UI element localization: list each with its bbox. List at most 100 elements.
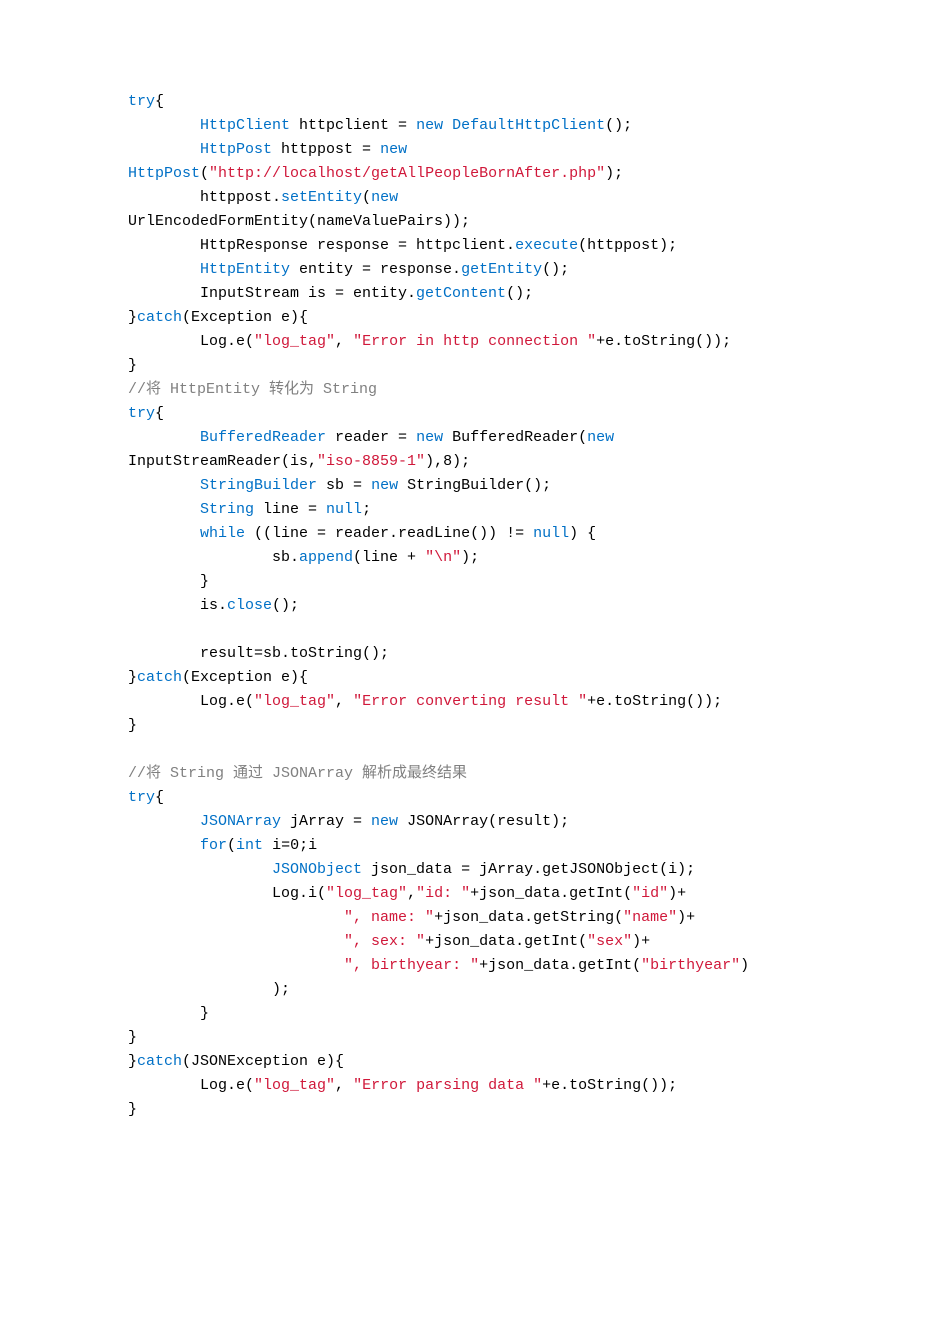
code-token: (	[362, 189, 371, 206]
code-token: );	[605, 165, 623, 182]
code-token: }	[128, 669, 137, 686]
code-token: (Exception e){	[182, 669, 308, 686]
code-token: DefaultHttpClient	[452, 117, 605, 134]
code-token: JSONArray	[200, 813, 281, 830]
code-token: new	[380, 141, 407, 158]
code-line: try{	[128, 90, 905, 114]
code-line: }	[128, 1002, 905, 1026]
code-token: (httppost);	[578, 237, 677, 254]
code-token: "log_tag"	[254, 1077, 335, 1094]
code-token: httppost.	[128, 189, 281, 206]
code-line: HttpResponse response = httpclient.execu…	[128, 234, 905, 258]
code-token: +e.toString());	[542, 1077, 677, 1094]
code-line: //将 String 通过 JSONArray 解析成最终结果	[128, 762, 905, 786]
code-token: int	[236, 837, 263, 854]
code-token	[128, 621, 137, 638]
code-token: new	[371, 189, 398, 206]
code-token: ,	[407, 885, 416, 902]
code-line: );	[128, 978, 905, 1002]
code-line: try{	[128, 786, 905, 810]
code-token: Log.i(	[128, 885, 326, 902]
code-token: "\n"	[425, 549, 461, 566]
code-line: UrlEncodedFormEntity(nameValuePairs));	[128, 210, 905, 234]
code-token	[128, 933, 344, 950]
code-token: BufferedReader(	[443, 429, 587, 446]
code-token: ) {	[569, 525, 596, 542]
code-token: StringBuilder	[200, 477, 317, 494]
code-line: httppost.setEntity(new	[128, 186, 905, 210]
code-line: for(int i=0;i	[128, 834, 905, 858]
code-token: StringBuilder();	[398, 477, 551, 494]
code-token	[128, 261, 200, 278]
code-line: while ((line = reader.readLine()) != nul…	[128, 522, 905, 546]
code-line: HttpClient httpclient = new DefaultHttpC…	[128, 114, 905, 138]
code-line: String line = null;	[128, 498, 905, 522]
code-line: Log.i("log_tag","id: "+json_data.getInt(…	[128, 882, 905, 906]
code-token	[128, 429, 200, 446]
code-token: HttpResponse response = httpclient.	[128, 237, 515, 254]
code-token: null	[326, 501, 362, 518]
code-token: entity = response.	[290, 261, 461, 278]
code-token: );	[128, 981, 290, 998]
code-line: }	[128, 714, 905, 738]
code-line: }catch(Exception e){	[128, 666, 905, 690]
code-token: while	[200, 525, 245, 542]
code-token: }	[128, 573, 209, 590]
code-token: catch	[137, 1053, 182, 1070]
code-line: JSONObject json_data = jArray.getJSONObj…	[128, 858, 905, 882]
code-line	[128, 618, 905, 642]
code-token: {	[155, 405, 164, 422]
code-token: "birthyear"	[641, 957, 740, 974]
code-token: new	[587, 429, 614, 446]
code-token: httppost =	[272, 141, 380, 158]
code-token: +json_data.getInt(	[470, 885, 632, 902]
code-line: sb.append(line + "\n");	[128, 546, 905, 570]
code-token: )	[740, 957, 749, 974]
code-token: i=0;i	[263, 837, 317, 854]
code-token: "log_tag"	[326, 885, 407, 902]
code-token: HttpEntity	[200, 261, 290, 278]
code-line	[128, 738, 905, 762]
code-token: }	[128, 717, 137, 734]
code-line: result=sb.toString();	[128, 642, 905, 666]
code-token: BufferedReader	[200, 429, 326, 446]
code-token	[128, 741, 137, 758]
code-token: ,	[335, 1077, 353, 1094]
code-token: new	[416, 117, 443, 134]
code-token: "name"	[623, 909, 677, 926]
code-token: "iso-8859-1"	[317, 453, 425, 470]
code-token: +json_data.getInt(	[479, 957, 641, 974]
code-token: "id: "	[416, 885, 470, 902]
code-token: is.	[128, 597, 227, 614]
code-token: try	[128, 405, 155, 422]
code-token: "http://localhost/getAllPeopleBornAfter.…	[209, 165, 605, 182]
code-line: Log.e("log_tag", "Error converting resul…	[128, 690, 905, 714]
code-line: Log.e("log_tag", "Error in http connecti…	[128, 330, 905, 354]
code-token: }	[128, 1005, 209, 1022]
code-token: String	[200, 501, 254, 518]
code-token: InputStream is = entity.	[128, 285, 416, 302]
code-token: "sex"	[587, 933, 632, 950]
code-token: "Error in http connection "	[353, 333, 596, 350]
code-token: Log.e(	[128, 333, 254, 350]
code-token: ,	[335, 693, 353, 710]
code-token: getContent	[416, 285, 506, 302]
code-token: for	[200, 837, 227, 854]
code-token: InputStreamReader(is,	[128, 453, 317, 470]
code-token	[128, 909, 344, 926]
code-token: HttpClient	[200, 117, 290, 134]
code-token: {	[155, 93, 164, 110]
code-line: //将 HttpEntity 转化为 String	[128, 378, 905, 402]
code-line: }catch(JSONException e){	[128, 1050, 905, 1074]
code-token	[128, 501, 200, 518]
code-token: UrlEncodedFormEntity(nameValuePairs));	[128, 213, 470, 230]
code-token: }	[128, 357, 137, 374]
code-token: execute	[515, 237, 578, 254]
code-token: ();	[542, 261, 569, 278]
code-token: json_data = jArray.getJSONObject(i);	[362, 861, 695, 878]
code-line: }catch(Exception e){	[128, 306, 905, 330]
code-token: new	[371, 813, 398, 830]
code-token	[128, 837, 200, 854]
code-block: try{ HttpClient httpclient = new Default…	[128, 90, 905, 1122]
code-token: HttpPost	[200, 141, 272, 158]
